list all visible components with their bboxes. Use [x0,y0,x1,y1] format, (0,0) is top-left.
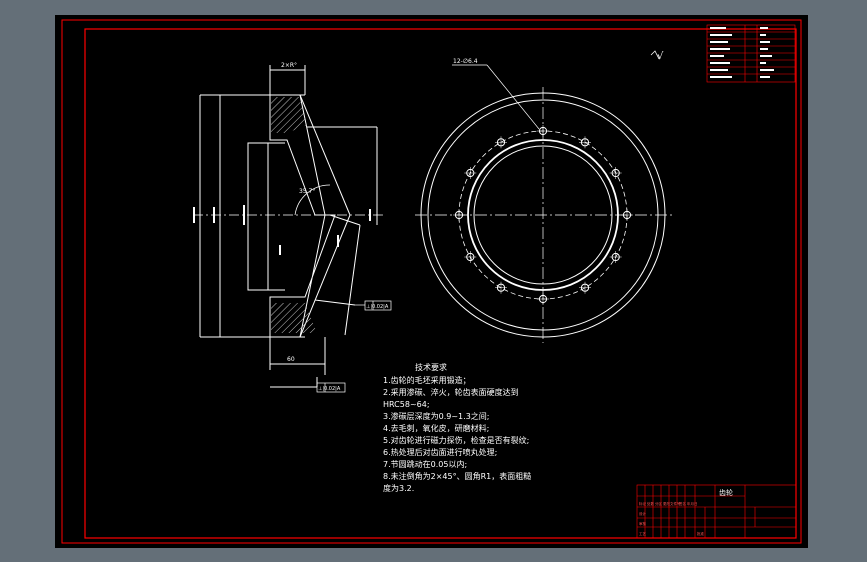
svg-text:⊥|0.02|A: ⊥|0.02|A [318,386,341,392]
tolerance-frame-2: ⊥|0.02|A [316,382,346,393]
svg-text:批准: 批准 [697,531,705,536]
title-block-part-name: 齿轮 [719,488,733,497]
title-block-labels: 标记 处数 分区 更改文件号 签名 年月日 设计 审核 工艺 批准 [639,501,705,536]
svg-text:⊥|0.02|A: ⊥|0.02|A [366,304,389,310]
tech-line: 1.齿轮的毛坯采用锻造； [383,375,471,385]
tech-line: 8.未注倒角为2×45°、圆角R1，表面粗糙 [383,471,531,481]
tech-line: 度为3.2. [383,483,414,493]
bottom-dimension: 60 [287,356,295,363]
svg-text:工艺: 工艺 [639,531,647,536]
tech-line: 4.去毛刺，氧化皮，研磨材料; [383,423,489,433]
tech-title: 技术要求 [415,362,447,372]
section-angle-label: 35.7° [299,188,315,195]
svg-text:设计: 设计 [639,511,647,516]
top-dimension: 2×R° [281,62,297,69]
tech-line: 2.采用渗碳、淬火，轮齿表面硬度达到 [383,387,519,397]
tolerance-frame-1: ⊥|0.02|A [355,300,392,311]
parameter-table [706,24,796,83]
bolt-hole-leader [452,64,540,130]
svg-text:签名: 签名 [679,501,686,506]
title-block [636,484,797,539]
svg-text:审核: 审核 [639,521,647,526]
svg-text:年月日: 年月日 [687,501,698,506]
cad-drawing: √ 2×R° 60 35.7° ⊥|0.02|A ⊥|0.02|A 12-∅6.… [61,19,802,544]
tech-line: 5.对齿轮进行磁力探伤，检查是否有裂纹; [383,435,529,445]
svg-text:处数: 处数 [647,501,655,506]
drawing-sheet: √ 2×R° 60 35.7° ⊥|0.02|A ⊥|0.02|A 12-∅6.… [55,15,808,548]
svg-text:标记: 标记 [639,501,647,506]
tech-line: 6.热处理后对齿面进行喷丸处理; [383,447,497,457]
section-hatch-bottom [271,303,317,333]
tech-line: HRC58~64; [383,400,430,409]
tech-requirements: 技术要求 1.齿轮的毛坯采用锻造； 2.采用渗碳、淬火，轮齿表面硬度达到 HRC… [383,362,531,493]
svg-text:分区: 分区 [655,501,663,506]
tech-line: 3.渗碳层深度为0.9~1.3之间; [383,411,489,421]
bolt-hole-callout: 12-∅6.4 [453,58,478,65]
tech-line: 7.节圆跳动在0.05以内; [383,459,467,469]
parameter-table-cells [710,27,774,78]
